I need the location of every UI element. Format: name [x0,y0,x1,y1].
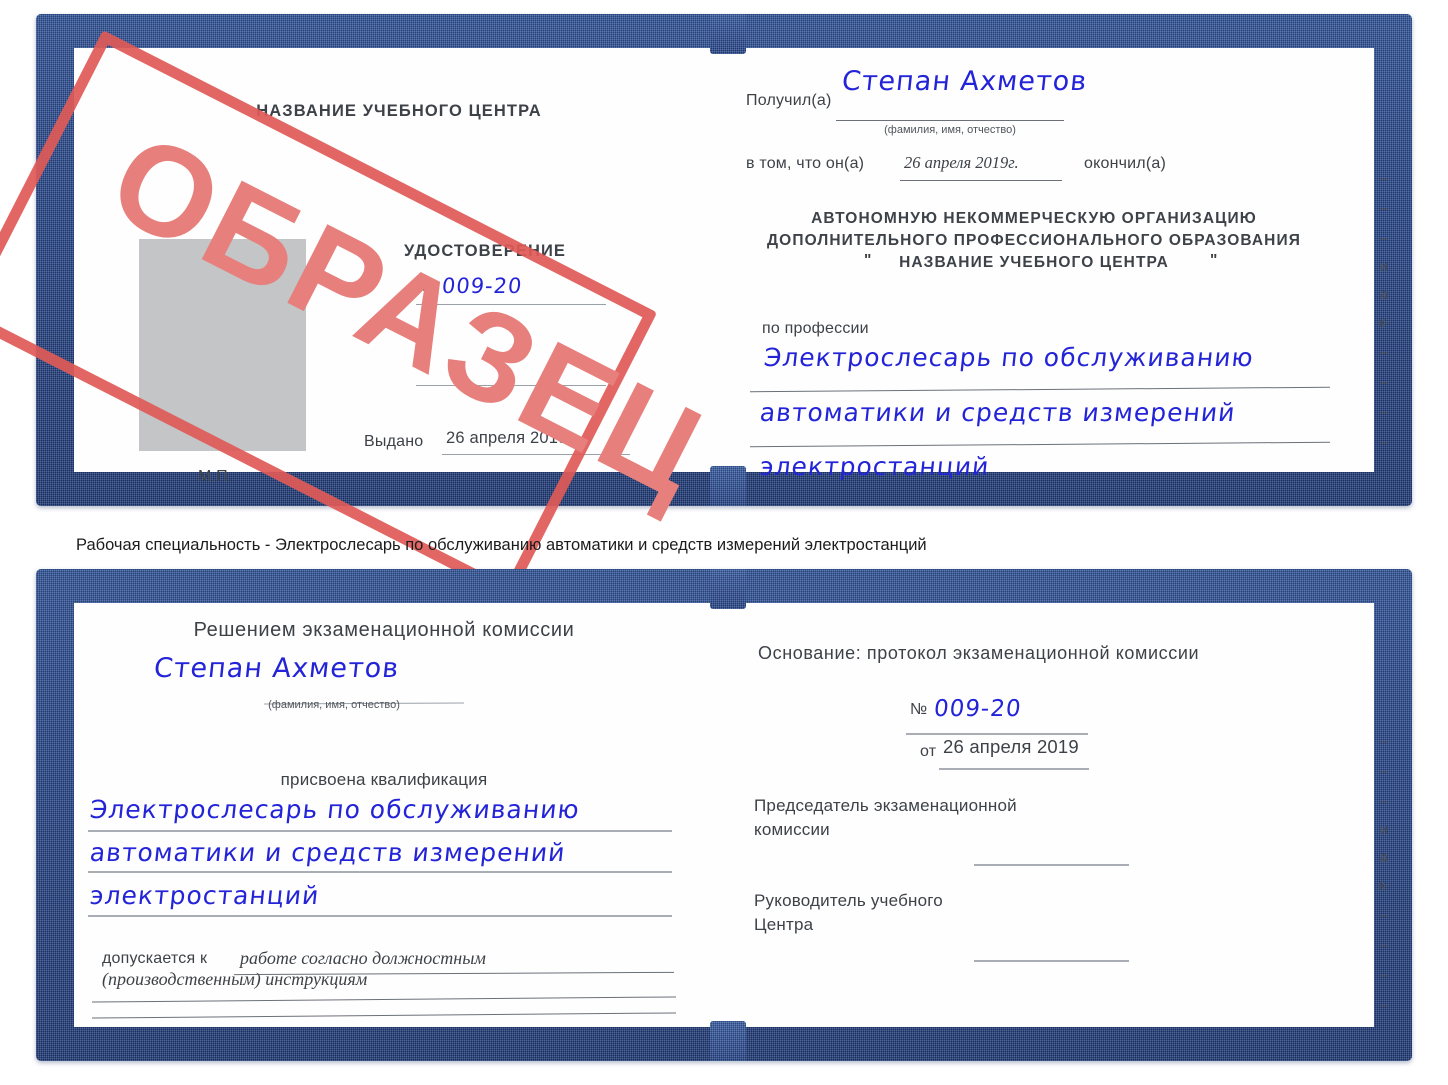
cert2-qualification-rule3 [88,915,672,917]
screenshot-root: НАЗВАНИЕ УЧЕБНОГО ЦЕНТРА М.П. УДОСТОВЕРЕ… [0,0,1448,1085]
certificate-2-right-page: Основание: протокол экзаменационной коми… [724,603,1390,1027]
certificate-1: НАЗВАНИЕ УЧЕБНОГО ЦЕНТРА М.П. УДОСТОВЕРЕ… [36,14,1412,506]
cert1-edge-fragment-4: а [1379,286,1388,303]
cert1-received-label: Получил(а) [746,92,832,109]
cert1-inthat-value: 26 апреля 2019г. [904,153,1019,172]
cert1-received-value: Степан Ахметов [840,66,1089,97]
cert1-profession-line3: электростанций [758,452,991,481]
cert2-admitted-line1: работе согласно должностным [240,948,486,968]
certificate-2: Решением экзаменационной комиссии Степан… [36,569,1412,1061]
cert2-head-line2: Центра [754,915,814,934]
certificate-2-pages: Решением экзаменационной комиссии Степан… [74,603,1390,1027]
cert2-chairman-line2: комиссии [754,820,830,839]
cert2-qualification-line3: электростанций [88,881,321,910]
cert1-number-rule [416,304,606,305]
cert2-chairman-signature-rule [974,864,1129,866]
caption-text: Рабочая специальность - Электрослесарь п… [76,536,927,554]
cert2-edge-fragment-6: – [1379,907,1388,924]
cert2-edge-fragment-0: – [1379,733,1388,750]
cert1-edge-fragment-8: – [1379,404,1388,421]
cert1-profession-rule2 [750,441,1330,448]
cert1-edge-fragment-9: – [1379,434,1388,451]
cert2-qualification-line2: автоматики и средств измерений [88,838,568,867]
certificate-1-left-page: НАЗВАНИЕ УЧЕБНОГО ЦЕНТРА М.П. УДОСТОВЕРЕ… [74,48,724,485]
cert2-name-value: Степан Ахметов [152,653,401,684]
cert2-edge-fragment-8: – [1379,967,1388,984]
cert2-head-line1: Руководитель учебного [754,891,943,910]
cert2-edge-fragment-2: – [1379,793,1388,810]
cert1-seal-label: М.П. [198,468,233,485]
certificate-2-left-page: Решением экзаменационной комиссии Степан… [74,603,724,1027]
cert2-edge-fragment-4: а [1379,849,1388,866]
cert2-admitted-line2: (производственным) инструкциям [102,969,368,989]
certificate-2-spine-tab-top [710,569,746,609]
cert2-date-label: от [920,743,937,760]
cert2-head-signature-rule [974,960,1129,962]
cert2-edge-fragment-1: – [1379,763,1388,780]
cert1-received-rule [836,120,1064,121]
cert2-number-rule [906,733,1088,735]
certificate-1-pages: НАЗВАНИЕ УЧЕБНОГО ЦЕНТРА М.П. УДОСТОВЕРЕ… [74,48,1390,485]
cert1-graduated-label: окончил(а) [1084,155,1166,172]
cert1-edge-fragment-5: к- [1378,314,1390,331]
cert1-edge-fragment-2: – [1379,230,1388,247]
cert1-blank-rule [416,385,606,386]
cert1-org-line1: АВТОНОМНУЮ НЕКОММЕРЧЕСКУЮ ОРГАНИЗАЦИЮ [811,210,1257,227]
cert2-number-label: № [910,701,928,718]
certificate-2-spine-tab-bottom [710,1021,746,1061]
cert1-received-hint: (фамилия, имя, отчество) [884,124,1016,136]
cert1-edge-fragment-7: – [1379,374,1388,391]
cert1-profession-line1: Электрослесарь по обслуживанию [762,343,1256,372]
cert2-qualification-rule1 [88,830,672,832]
cert2-edge-fragment-9: – [1379,997,1388,1014]
cert2-name-hint: (фамилия, имя, отчество) [268,699,400,711]
cert2-chairman-line1: Председатель экзаменационной [754,796,1017,815]
cert1-org-line2: ДОПОЛНИТЕЛЬНОГО ПРОФЕССИОНАЛЬНОГО ОБРАЗО… [767,232,1301,249]
cert2-qualification-label: присвоена квалификация [280,770,488,789]
cert1-issued-value: 26 апреля 2019 [446,429,568,447]
cert1-inthat-label: в том, что он(а) [746,155,865,172]
cert1-profession-line2: автоматики и средств измерений [758,398,1238,427]
cert2-admitted-rule2 [92,996,676,1003]
cert2-number-value: 009-20 [932,696,1023,722]
cert2-qualification-rule2 [88,871,672,873]
cert1-issued-rule [442,454,630,455]
cert2-qualification-line1: Электрослесарь по обслуживанию [88,795,582,824]
cert1-number-label: № [422,278,439,295]
cert2-edge-fragment-3: и [1379,821,1388,838]
cert2-admitted-rule3 [92,1012,676,1019]
cert1-edge-fragment-3: и [1379,258,1388,275]
cert2-heading: Решением экзаменационной комиссии [193,619,575,641]
certificate-1-right-page: Получил(а) Степан Ахметов (фамилия, имя,… [724,48,1390,481]
cert1-org-line3: НАЗВАНИЕ УЧЕБНОГО ЦЕНТРА [899,254,1169,271]
cert1-edge-fragment-6: – [1379,344,1388,361]
cert2-date-value: 26 апреля 2019 [943,736,1079,757]
cert1-issued-label: Выдано [364,433,424,450]
certificate-1-spine-tab-top [710,14,746,54]
cert1-profession-label: по профессии [762,320,869,337]
cert1-edge-fragment-0: – [1379,170,1388,187]
cert2-edge-fragment-7: – [1379,937,1388,954]
cert2-date-rule [939,768,1089,770]
cert2-edge-fragment-5: к- [1378,877,1390,894]
cert1-center-name: НАЗВАНИЕ УЧЕБНОГО ЦЕНТРА [256,102,542,120]
cert2-admitted-label: допускается к [102,950,208,967]
cert1-profession-rule1 [750,386,1330,393]
certificate-1-spine-tab-bottom [710,466,746,506]
photo-placeholder [139,239,306,451]
cert1-org-quote-close: " [1210,252,1219,269]
cert2-basis-label: Основание: протокол экзаменационной коми… [758,643,1200,663]
cert1-title: УДОСТОВЕРЕНИЕ [404,242,567,260]
cert1-number-value: 009-20 [440,274,524,298]
cert1-inthat-rule [900,180,1062,181]
cert1-edge-fragment-1: – [1379,200,1388,217]
